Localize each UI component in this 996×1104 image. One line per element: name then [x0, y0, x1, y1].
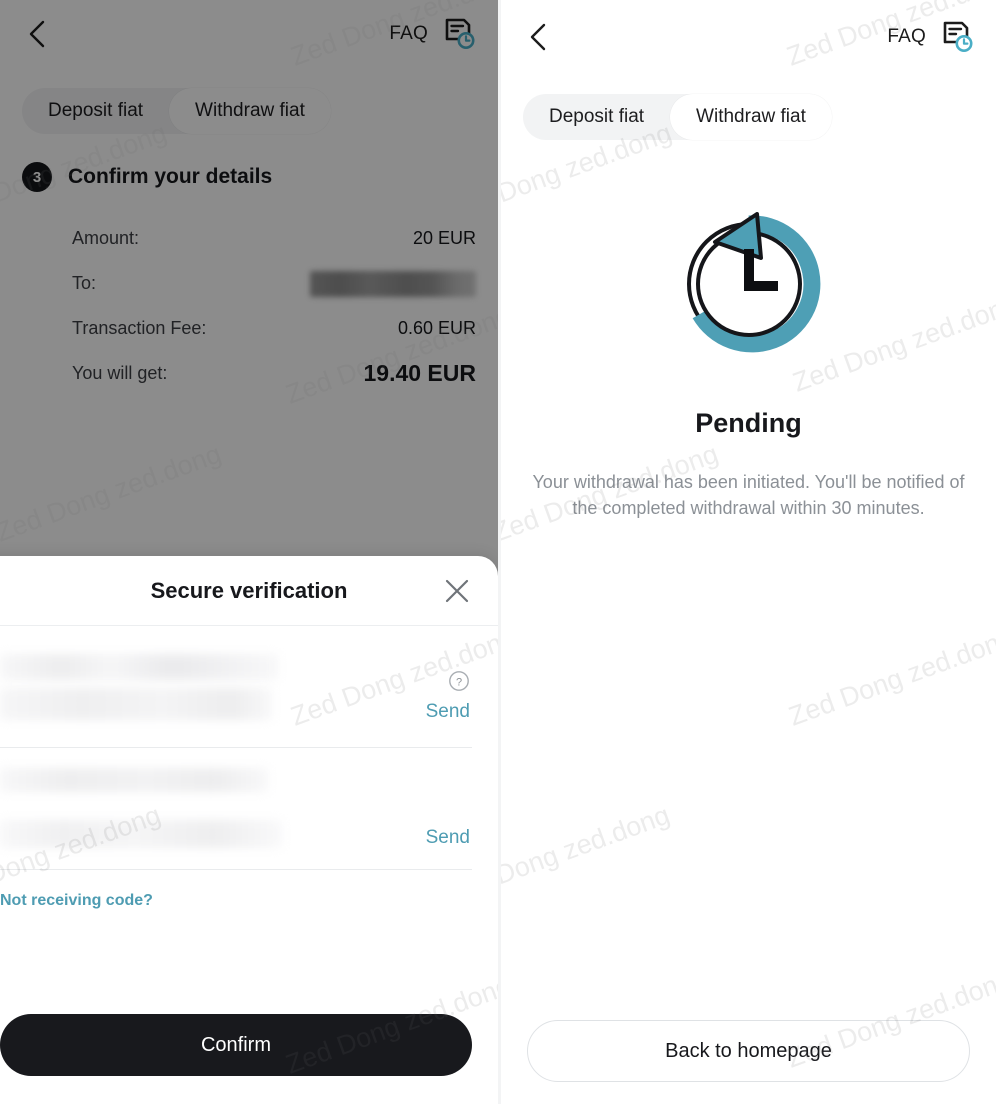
fiat-tabs-right: Deposit fiat Withdraw fiat [523, 94, 832, 140]
detail-row-amount: Amount: 20 EUR [72, 216, 476, 261]
detail-value: 0.60 EUR [397, 318, 476, 338]
detail-label: Amount: [72, 228, 140, 248]
details-rows: Amount: 20 EUR To: Transaction Fee: 0.60… [22, 216, 476, 396]
back-icon[interactable] [22, 19, 52, 49]
modal-header: Secure verification [0, 556, 498, 626]
watermark-text: Zed Dong zed.dong [784, 622, 996, 732]
detail-row-to: To: [72, 261, 476, 306]
detail-label: You will get: [72, 363, 168, 383]
document-clock-icon[interactable] [442, 17, 476, 51]
document-clock-icon[interactable] [940, 20, 974, 54]
secure-verification-modal: Secure verification ? Send Send Not rece… [0, 556, 498, 1104]
help-circle-glyph: ? [449, 671, 469, 691]
close-x-glyph [445, 579, 469, 602]
tabs-container-right: Deposit fiat Withdraw fiat [501, 74, 996, 140]
not-receiving-code-link[interactable]: Not receiving code? [0, 892, 472, 910]
screen-confirm-details: FAQ Deposit fiat Withdraw fiat 3 Confirm… [0, 0, 498, 1104]
redacted-field-label-one [0, 654, 278, 680]
modal-body: ? Send Send Not receiving code? [0, 626, 498, 1014]
top-bar-right: FAQ [501, 0, 996, 74]
page-title: Confirm your details [68, 165, 273, 188]
detail-value: 20 EUR [412, 228, 476, 248]
fiat-tabs-left: Deposit fiat Withdraw fiat [22, 88, 331, 134]
verification-field-one[interactable]: ? Send [0, 626, 472, 748]
redacted-recipient-value [310, 270, 476, 297]
top-bar-actions-right: FAQ [887, 20, 974, 54]
svg-text:?: ? [456, 676, 462, 688]
confirm-details-header: 3 Confirm your details [22, 162, 476, 192]
tabs-container-left: Deposit fiat Withdraw fiat [0, 68, 498, 134]
confirm-details-section: 3 Confirm your details Amount: 20 EUR To… [0, 134, 498, 396]
pending-status-section: Pending Your withdrawal has been initiat… [501, 140, 996, 521]
send-code-button-one[interactable]: Send [426, 701, 470, 723]
close-icon[interactable] [442, 576, 472, 606]
detail-label: To: [72, 273, 97, 293]
top-bar-actions-left: FAQ [389, 17, 476, 51]
document-clock-glyph [445, 18, 475, 49]
back-to-homepage-button[interactable]: Back to homepage [527, 1020, 970, 1082]
help-circle-icon[interactable]: ? [448, 670, 470, 692]
screen-pending-status: FAQ Deposit fiat Withdraw fiat Pending Y… [498, 0, 996, 1104]
redacted-field-input-one [0, 688, 272, 720]
dual-screenshot-container: FAQ Deposit fiat Withdraw fiat 3 Confirm… [0, 0, 996, 1104]
confirm-button[interactable]: Confirm [0, 1014, 472, 1076]
watermark-text: Zed Dong zed.dong [0, 438, 225, 548]
faq-link[interactable]: FAQ [887, 26, 926, 48]
verification-field-two[interactable]: Send [0, 748, 472, 870]
step-number-badge: 3 [22, 162, 52, 192]
back-icon[interactable] [523, 22, 553, 52]
detail-label: Transaction Fee: [72, 318, 207, 338]
detail-row-transaction-fee: Transaction Fee: 0.60 EUR [72, 306, 476, 351]
watermark-text: Dong zed.dong [501, 799, 674, 891]
tab-deposit-fiat[interactable]: Deposit fiat [22, 88, 169, 134]
pending-clock-icon [686, 212, 820, 353]
top-bar-left: FAQ [0, 0, 498, 68]
tab-withdraw-fiat[interactable]: Withdraw fiat [169, 88, 331, 134]
send-code-button-two[interactable]: Send [426, 827, 470, 849]
chevron-left-icon [530, 23, 546, 51]
modal-footer: Confirm [0, 1014, 498, 1104]
redacted-field-label-two [0, 768, 268, 792]
detail-row-you-will-get: You will get: 19.40 EUR [72, 351, 476, 396]
document-clock-glyph [943, 21, 973, 52]
faq-link[interactable]: FAQ [389, 23, 428, 45]
tab-withdraw-fiat[interactable]: Withdraw fiat [670, 94, 832, 140]
status-description: Your withdrawal has been initiated. You'… [532, 472, 965, 519]
detail-value-total: 19.40 EUR [363, 360, 476, 386]
status-title: Pending [695, 408, 802, 438]
pending-footer: Back to homepage [501, 1020, 996, 1082]
modal-title: Secure verification [150, 577, 348, 603]
chevron-left-icon [29, 20, 45, 48]
tab-deposit-fiat[interactable]: Deposit fiat [523, 94, 670, 140]
redacted-field-input-two [0, 820, 282, 848]
